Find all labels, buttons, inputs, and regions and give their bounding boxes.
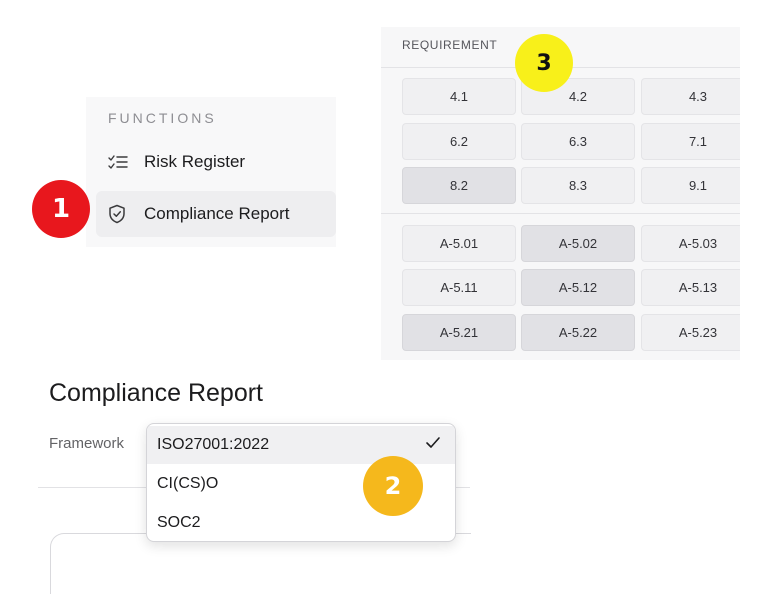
requirement-cell[interactable]: A-5.13 [641,269,740,306]
framework-option-iso27001[interactable]: ISO27001:2022 [147,426,455,464]
shield-check-icon [108,204,134,224]
step-badge-3: 3 [515,34,573,92]
report-card [50,533,471,594]
functions-heading: FUNCTIONS [108,110,217,126]
nav-item-label: Risk Register [144,152,246,171]
requirement-cell[interactable]: 6.3 [521,123,635,160]
requirement-cell[interactable]: A-5.11 [402,269,516,306]
requirement-cell[interactable]: A-5.02 [521,225,635,262]
step-badge-1: 1 [32,180,90,238]
step-badge-2: 2 [363,456,423,516]
requirement-cell[interactable]: 6.2 [402,123,516,160]
requirement-cell[interactable]: A-5.01 [402,225,516,262]
requirement-cell[interactable]: A-5.12 [521,269,635,306]
requirement-cell[interactable]: A-5.23 [641,314,740,351]
framework-label: Framework [49,435,125,452]
requirement-cell[interactable]: 8.2 [402,167,516,204]
requirement-cell[interactable]: 8.3 [521,167,635,204]
checkmark-icon [425,436,441,455]
checklist-icon [108,154,134,170]
option-label: CI(CS)O [157,475,219,492]
requirement-header-label: REQUIREMENT [402,38,498,52]
requirement-cell[interactable]: A-5.03 [641,225,740,262]
page-title: Compliance Report [49,379,263,407]
nav-item-label: Compliance Report [144,204,290,223]
requirement-cell[interactable]: 4.3 [641,78,740,115]
requirement-cell[interactable]: 9.1 [641,167,740,204]
functions-panel: FUNCTIONS Risk Register Compliance Repor… [86,97,336,247]
group-divider [381,213,740,214]
nav-item-compliance-report[interactable]: Compliance Report [96,191,336,237]
requirement-cell[interactable]: A-5.22 [521,314,635,351]
requirement-cell[interactable]: 7.1 [641,123,740,160]
requirement-cell[interactable]: A-5.21 [402,314,516,351]
option-label: ISO27001:2022 [157,436,270,453]
requirement-cell[interactable]: 4.1 [402,78,516,115]
nav-item-risk-register[interactable]: Risk Register [96,139,336,185]
option-label: SOC2 [157,514,201,531]
